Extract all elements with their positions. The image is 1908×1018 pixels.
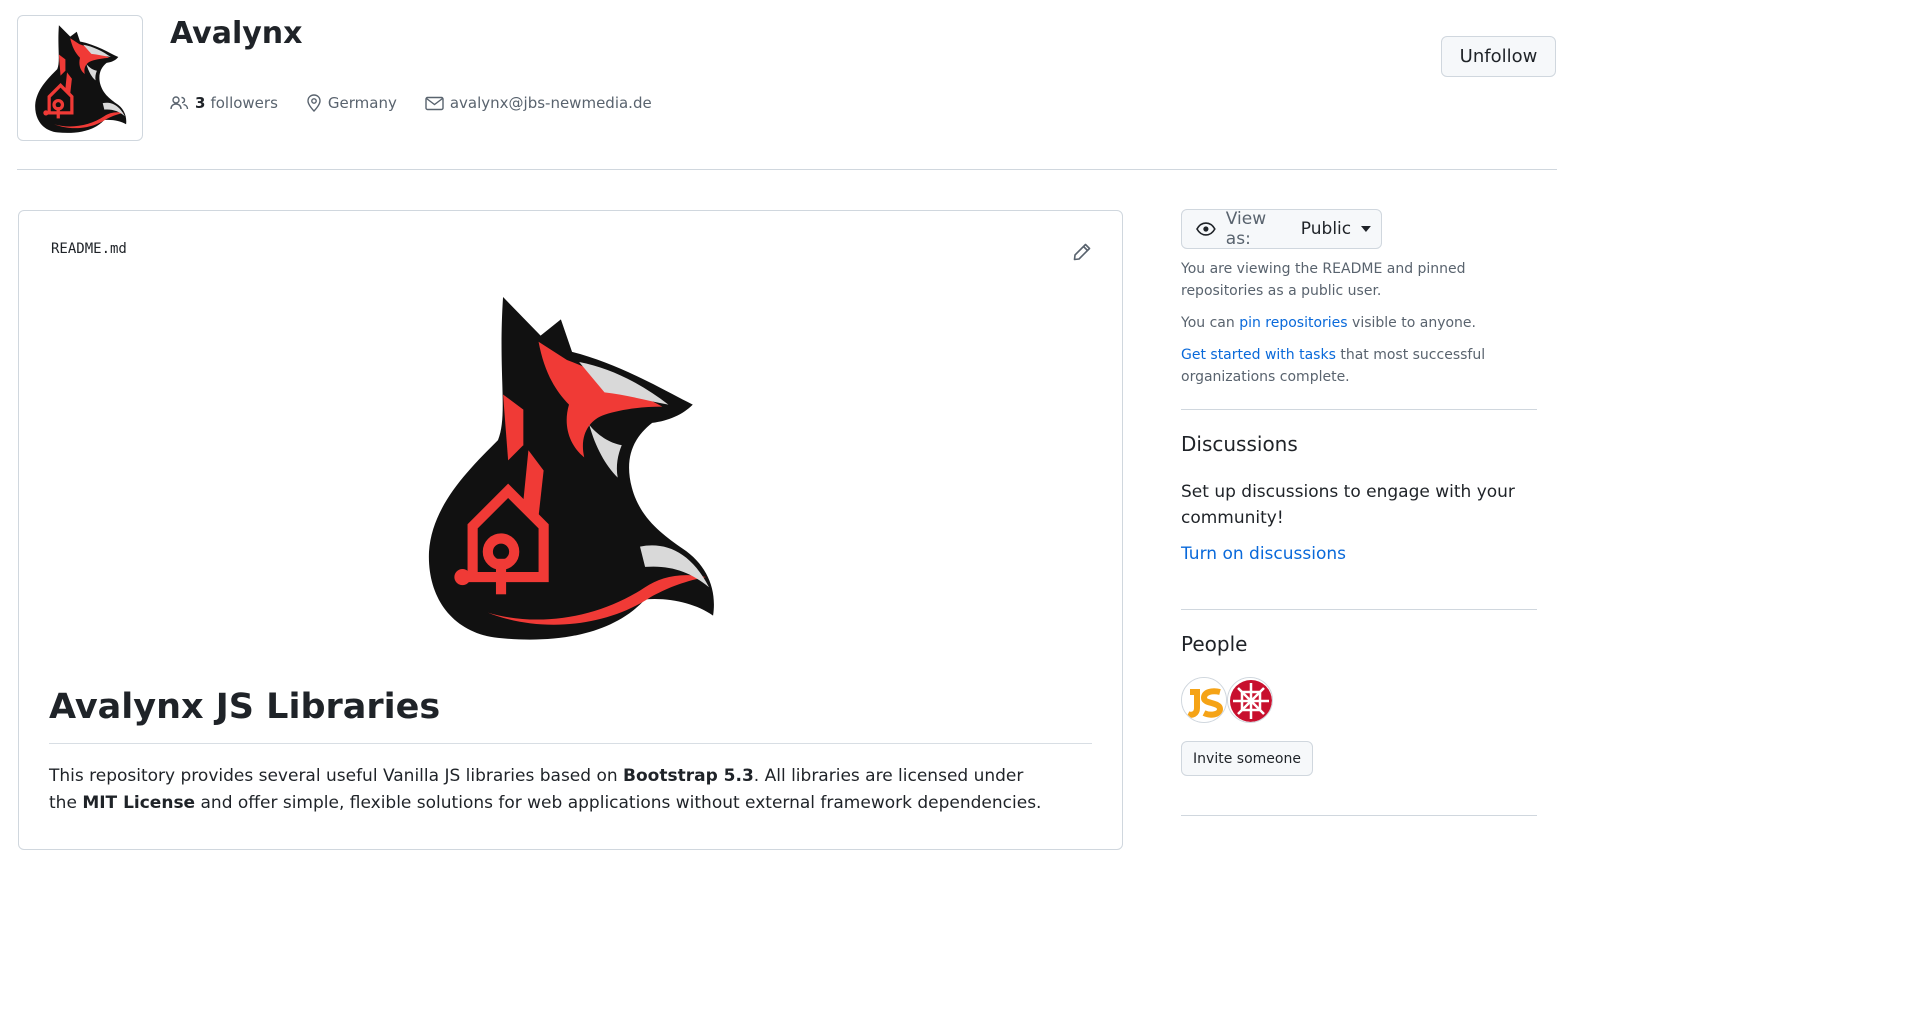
readme-description: This repository provides several useful … bbox=[49, 763, 1049, 817]
eye-icon bbox=[1196, 222, 1216, 236]
unfollow-button[interactable]: Unfollow bbox=[1441, 36, 1556, 77]
readme-title: Avalynx JS Libraries bbox=[49, 687, 441, 727]
viewing-note: You are viewing the README and pinned re… bbox=[1181, 261, 1466, 299]
followers-link[interactable]: 3 followers bbox=[170, 94, 278, 112]
followers-label: followers bbox=[210, 94, 278, 112]
email-text: avalynx@jbs-newmedia.de bbox=[449, 94, 652, 112]
people-avatars bbox=[1181, 677, 1273, 723]
invite-someone-button[interactable]: Invite someone bbox=[1181, 741, 1313, 776]
org-name: Avalynx bbox=[170, 16, 303, 51]
org-meta: 3 followers Germany avalynx@jbs-newmedia… bbox=[170, 94, 680, 112]
discussions-heading: Discussions bbox=[1181, 432, 1298, 456]
member-avatar[interactable] bbox=[1181, 677, 1227, 723]
mail-icon bbox=[425, 96, 444, 110]
pin-note: You can pin repositories visible to anyo… bbox=[1181, 312, 1537, 334]
sidebar-divider bbox=[1181, 815, 1537, 816]
caret-down-icon bbox=[1361, 226, 1371, 232]
location: Germany bbox=[306, 94, 397, 112]
fox-logo-icon bbox=[35, 25, 127, 133]
turn-on-discussions-link[interactable]: Turn on discussions bbox=[1181, 544, 1346, 564]
pin-suffix: visible to anyone. bbox=[1347, 315, 1476, 331]
desc-bootstrap: Bootstrap 5.3 bbox=[623, 766, 754, 786]
desc-license: MIT License bbox=[82, 793, 196, 813]
desc-text: This repository provides several useful … bbox=[49, 766, 624, 786]
header-divider bbox=[17, 169, 1557, 170]
member-avatar[interactable] bbox=[1227, 677, 1273, 723]
desc-text: and offer simple, flexible solutions for… bbox=[195, 793, 1042, 813]
readme-card: README.md Avalynx JS Libraries This repo… bbox=[18, 210, 1123, 850]
geometric-avatar-icon bbox=[1228, 678, 1272, 722]
view-as-dropdown[interactable]: View as: Public bbox=[1181, 209, 1382, 249]
view-as-label: View as: bbox=[1225, 209, 1267, 249]
tasks-note: Get started with tasks that most success… bbox=[1181, 344, 1537, 388]
sidebar-divider bbox=[1181, 609, 1537, 610]
view-as-value: Public bbox=[1300, 219, 1352, 239]
org-profile-page: Avalynx 3 followers Germany avalynx@jbs-… bbox=[0, 0, 1568, 850]
people-icon bbox=[170, 96, 189, 110]
people-heading: People bbox=[1181, 632, 1248, 656]
pencil-icon bbox=[1073, 243, 1091, 261]
fox-logo-icon bbox=[428, 297, 714, 640]
location-text: Germany bbox=[327, 94, 397, 112]
location-pin-icon bbox=[307, 94, 321, 112]
get-started-tasks-link[interactable]: Get started with tasks bbox=[1181, 347, 1336, 363]
readme-fox-logo bbox=[424, 293, 714, 647]
sidebar-divider bbox=[1181, 409, 1537, 410]
followers-count: 3 bbox=[195, 94, 206, 112]
title-divider bbox=[49, 743, 1092, 744]
email-link[interactable]: avalynx@jbs-newmedia.de bbox=[425, 94, 652, 112]
pin-prefix: You can bbox=[1181, 315, 1240, 331]
js-logo-avatar-icon bbox=[1182, 678, 1226, 722]
readme-filename: README.md bbox=[51, 241, 127, 257]
edit-readme-button[interactable] bbox=[1072, 242, 1092, 266]
pin-repositories-link[interactable]: pin repositories bbox=[1239, 315, 1347, 331]
org-avatar[interactable] bbox=[17, 15, 143, 141]
discussions-text: Set up discussions to engage with your c… bbox=[1181, 482, 1515, 528]
